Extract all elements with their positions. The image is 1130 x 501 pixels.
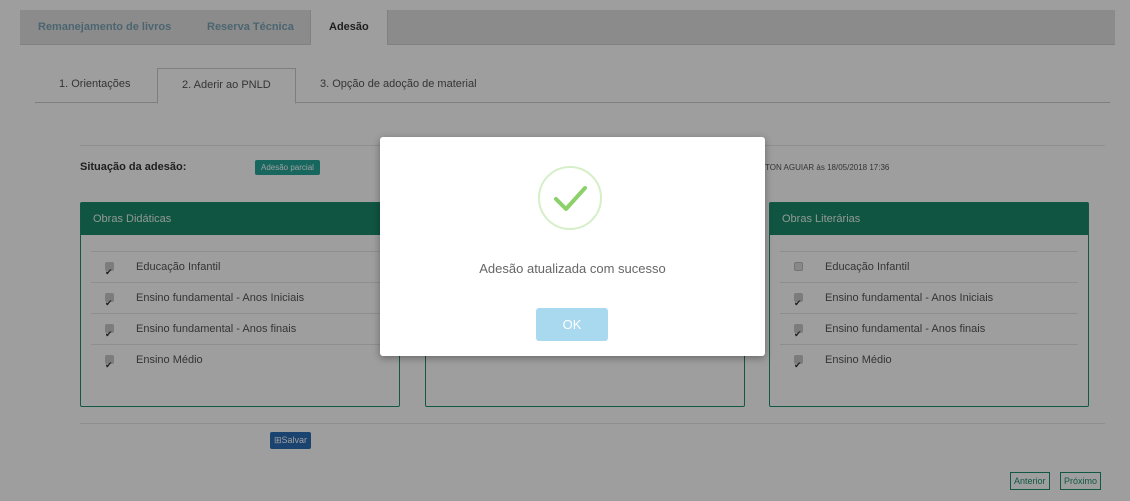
dialog-message: Adesão atualizada com sucesso [479, 261, 666, 276]
success-check-icon [538, 166, 602, 230]
ok-button[interactable]: OK [536, 308, 608, 341]
success-dialog: Adesão atualizada com sucesso OK [380, 137, 765, 356]
